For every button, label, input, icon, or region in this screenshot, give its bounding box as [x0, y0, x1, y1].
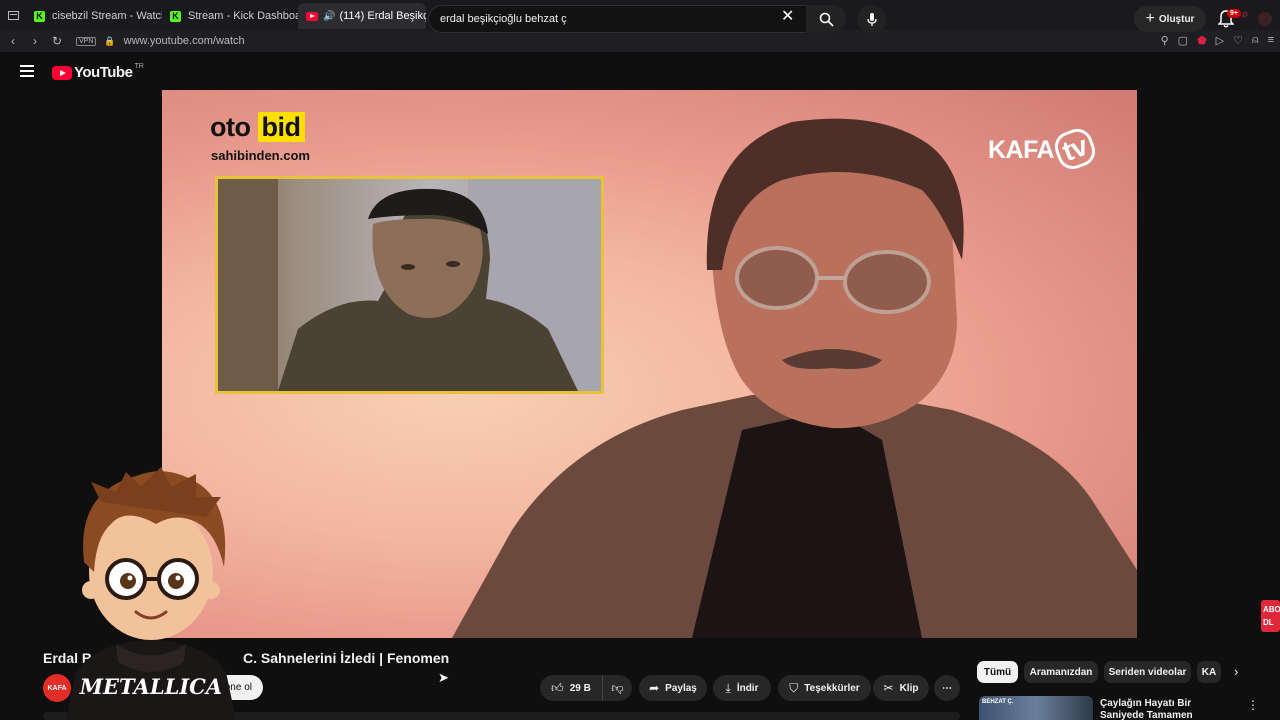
chip-channel[interactable]: KA [1197, 661, 1221, 683]
chevron-right-icon[interactable]: › [1234, 664, 1238, 679]
plus-icon: + [1145, 10, 1155, 27]
chip-all[interactable]: Tümü [977, 661, 1018, 683]
like-count: 29 B [569, 682, 591, 694]
youtube-play-icon [52, 65, 72, 80]
youtube-icon [306, 11, 318, 21]
kebab-menu-icon[interactable]: ⋮ [1247, 698, 1259, 712]
download-button[interactable]: ⤓ İndir [713, 675, 771, 701]
clear-search-icon[interactable]: ✕ [781, 9, 794, 25]
reload-icon[interactable]: ↻ [48, 34, 66, 48]
chip-series[interactable]: Seriden videolar [1104, 661, 1191, 683]
recommended-title[interactable]: Çaylağın Hayatı Bir Saniyede Tamamen Değ… [1100, 698, 1228, 720]
search-box [428, 5, 806, 33]
download-icon: ⤓ [725, 680, 731, 695]
share-button[interactable]: ➦ Paylaş [639, 675, 707, 701]
tab-label: cisebzil Stream - Watch L [52, 10, 162, 22]
sponsor-logo: oto bid [210, 112, 305, 143]
recommended-thumbnail[interactable]: BEHZAT Ç. [979, 696, 1093, 720]
account-avatar[interactable] [1258, 12, 1272, 26]
url-field[interactable]: www.youtube.com/watch [124, 35, 245, 47]
player-icon[interactable]: ▷ [1216, 34, 1224, 47]
streamer-avatar-overlay: METALLICA [66, 467, 236, 720]
menu-icon[interactable] [20, 65, 34, 77]
kick-icon: K [34, 10, 45, 22]
more-actions-button[interactable]: ⋯ [934, 675, 960, 701]
more-icon: ⋯ [942, 682, 952, 694]
address-bar: ‹ › ↻ VPN 🔒 www.youtube.com/watch ⚲ ▢ ⬟ … [0, 30, 1280, 52]
kick-icon: K [170, 10, 181, 22]
shield-icon[interactable]: ⬟ [1197, 34, 1207, 47]
video-main-subject [452, 118, 1137, 638]
sponsor-site: sahibinden.com [211, 148, 310, 163]
super-thanks-icon: ⛉ [789, 680, 799, 695]
thanks-button[interactable]: ⛉ Teşekkürler [778, 675, 871, 701]
back-icon[interactable]: ‹ [4, 34, 22, 48]
youtube-logo[interactable]: YouTube TR [52, 63, 144, 81]
address-bar-actions: ⚲ ▢ ⬟ ▷ ♡ ⍝ ≡ [1161, 34, 1274, 47]
notification-badge: 9+ [1227, 9, 1241, 18]
chip-from-search[interactable]: Aramanızdan [1024, 661, 1098, 683]
search-button[interactable] [806, 5, 846, 33]
create-button[interactable]: + Oluştur [1134, 6, 1206, 32]
microphone-icon [866, 12, 877, 26]
vpn-badge[interactable]: VPN [76, 36, 97, 46]
speaker-icon[interactable]: 🔊 [323, 11, 335, 22]
browser-tab[interactable]: K Stream - Kick Dashboard [162, 3, 298, 29]
country-code: TR [134, 63, 144, 70]
create-label: Oluştur [1158, 13, 1195, 25]
tab-menu-icon[interactable] [0, 0, 26, 30]
tab-label: (114) Erdal Beşikçioğlu [339, 10, 426, 22]
heart-icon[interactable]: ♡ [1233, 34, 1243, 47]
tab-label: Stream - Kick Dashboard [188, 10, 298, 22]
browser-tab[interactable]: K cisebzil Stream - Watch L [26, 3, 162, 29]
search-icon [819, 12, 834, 27]
share-icon: ➦ [649, 681, 660, 695]
pin-icon[interactable]: ⚲ [1161, 34, 1169, 47]
browser-tab-active[interactable]: 🔊 (114) Erdal Beşikçioğlu [298, 3, 426, 29]
logo-text: YouTube [74, 64, 133, 81]
youtube-header: YouTube TR [0, 52, 1280, 90]
profile-icon[interactable]: ⍝ [1252, 34, 1259, 47]
downloads-icon[interactable]: ≡ [1268, 34, 1274, 47]
thumbs-down-icon: 👎︎ [611, 680, 624, 695]
thumbs-up-icon: 👍︎ [551, 680, 564, 695]
video-player[interactable]: oto bid sahibinden.com KAFA tv [162, 90, 1137, 638]
scissors-icon: ✂ [883, 681, 894, 695]
clip-button[interactable]: ✂ Klip [873, 675, 929, 701]
channel-watermark: KAFA tv [988, 124, 1100, 174]
like-button[interactable]: 👍︎ 29 B [540, 675, 602, 701]
side-badge: ABO DL [1261, 600, 1280, 632]
search-input[interactable] [440, 13, 770, 25]
dislike-button[interactable]: 👎︎ [602, 675, 632, 701]
search-tabs-icon[interactable]: ⌕ [1241, 6, 1248, 22]
snapshot-icon[interactable]: ▢ [1178, 34, 1188, 47]
lock-icon[interactable]: 🔒 [104, 36, 115, 47]
mouse-cursor-icon: ➤ [438, 670, 449, 685]
shirt-text: METALLICA [79, 674, 222, 699]
voice-search-button[interactable] [857, 5, 886, 34]
forward-icon[interactable]: › [26, 34, 44, 48]
